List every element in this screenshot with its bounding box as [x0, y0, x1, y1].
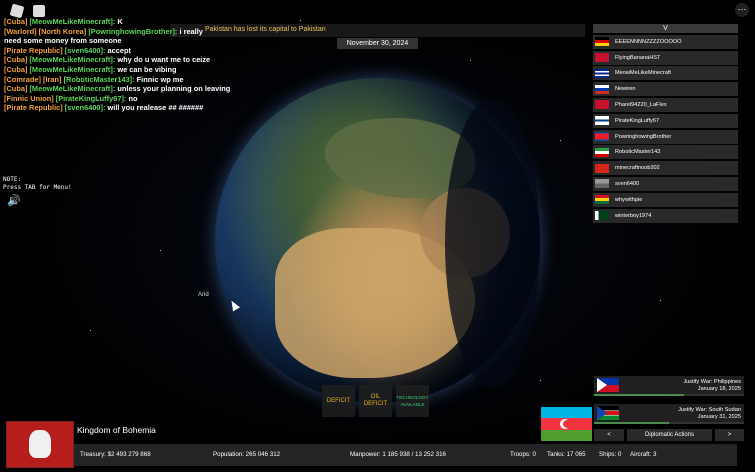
diplomatic-actions-button[interactable]: Diplomatic Actions [627, 429, 712, 441]
player-list: V EEEENNNNZZZZOOOOO FlyingBananaHST MeowMe… [593, 24, 738, 223]
bohemia-coat-of-arms-icon[interactable] [6, 421, 74, 468]
diplomacy-prev-button[interactable]: < [594, 429, 624, 441]
player-row[interactable]: Pharel94220_LaFlex [593, 97, 738, 112]
player-row[interactable]: sven6400 [593, 176, 738, 191]
player-name: PowringhowingBrother [615, 133, 672, 140]
chat-message: need some money from someone [4, 36, 122, 46]
finland-flag-icon [595, 116, 609, 126]
player-row[interactable]: MeowMeLikeMinecraft [593, 66, 738, 81]
red-star-flag-icon [595, 100, 609, 110]
player-row[interactable]: PowringhowingBrother [593, 129, 738, 144]
russia-flag-icon [595, 84, 609, 94]
chat-message: [Cuba] [MeowMeLikeMinecraft]: why do u w… [4, 55, 211, 65]
pakistan-flag-icon [595, 211, 609, 221]
aircraft-stat: Aircraft: 3 [630, 451, 657, 458]
chat-message: [Cuba] [MeowMeLikeMinecraft]: we can be … [4, 64, 177, 74]
cuba-flag-icon [595, 68, 609, 78]
justify-war-south-sudan[interactable]: Justify War: South Sudan January 31, 202… [594, 404, 744, 424]
player-row[interactable]: winterboy1974 [593, 208, 738, 223]
germany-flag-icon [595, 37, 609, 47]
chat-message: [Cuba] [MeowMeLikeMinecraft]: unless you… [4, 84, 231, 94]
manpower-stat: Manpower: 1 185 938 / 13 252 316 [350, 451, 446, 458]
chat-message: [Pirate Republic] [sven6400]: will you r… [4, 103, 204, 113]
player-row[interactable]: Newiren [593, 82, 738, 97]
player-row[interactable]: RoboticMaster143 [593, 145, 738, 160]
red-emblem-flag-icon [595, 53, 609, 63]
player-name: RoboticMaster143 [615, 149, 661, 156]
player-name: Newiren [615, 86, 636, 93]
south-sudan-flag-icon [597, 406, 619, 420]
note-text: NOTE: Press TAB for Menu! [3, 176, 72, 191]
more-options-icon[interactable]: ⋯ [735, 3, 749, 17]
player-row[interactable]: FlyingBananaHST [593, 50, 738, 65]
player-name: minecraftnoob202 [615, 165, 660, 172]
chat-message: [Comrade] [Iran] [RoboticMaster143]: Fin… [4, 74, 184, 84]
technology-available-alert[interactable]: TECHNOLOGY AVAILABLE [396, 385, 429, 417]
player-name: winterboy1974 [615, 212, 652, 219]
country-name: Kingdom of Bohemia [77, 425, 156, 435]
treasury-stat: Treasury: $2 493 279 868 [80, 451, 151, 458]
player-row[interactable]: PirateKingLuffy67 [593, 113, 738, 128]
ships-stat: Ships: 0 [599, 451, 622, 458]
world-globe[interactable] [215, 78, 540, 403]
azerbaijan-flag-icon [541, 407, 592, 441]
vietnam-flag-icon [595, 163, 609, 173]
player-name: EEEENNNNZZZZOOOOO [615, 38, 682, 45]
country-stats-bar: Treasury: $2 493 279 868 Population: 265… [74, 444, 737, 466]
game-date: November 30, 2024 [337, 38, 418, 49]
player-name: sven6400 [615, 180, 640, 187]
diplomacy-next-button[interactable]: > [715, 429, 744, 441]
player-name: MeowMeLikeMinecraft [615, 70, 671, 77]
grey-flag-icon [595, 179, 609, 189]
volume-icon[interactable]: 🔊 [7, 194, 21, 207]
terrain-label: Arid [198, 292, 209, 298]
chat-message: [Cuba] [MeowMeLikeMinecraft]: K [4, 17, 123, 26]
iran-flag-icon [595, 147, 609, 157]
player-row[interactable]: minecraftnoob202 [593, 161, 738, 176]
chat-icon[interactable] [33, 5, 45, 17]
player-name: FlyingBananaHST [615, 54, 661, 61]
chat-message: [Warlord] [North Korea] [PowringhowingBr… [4, 26, 203, 36]
player-name: whywithpie [615, 196, 643, 203]
oil-deficit-alert[interactable]: OIL DEFICIT [359, 385, 392, 417]
ghana-flag-icon [595, 195, 609, 205]
player-name: PirateKingLuffy67 [615, 117, 660, 124]
chat-log: [Cuba] [MeowMeLikeMinecraft]: K [Warlord]… [4, 17, 249, 113]
justify-war-philippines[interactable]: Justify War: Philippines January 18, 202… [594, 376, 744, 396]
north-korea-flag-icon [595, 132, 609, 142]
troops-stat: Troops: 0 [510, 451, 536, 458]
player-list-toggle[interactable]: V [593, 24, 738, 33]
player-row[interactable]: whywithpie [593, 192, 738, 207]
player-row[interactable]: EEEENNNNZZZZOOOOO [593, 34, 738, 49]
chat-message: [Pirate Republic] [sven6400]: accept [4, 45, 131, 55]
tanks-stat: Tanks: 17 065 [547, 451, 586, 458]
philippines-flag-icon [597, 378, 619, 392]
population-stat: Population: 265 046 312 [213, 451, 281, 458]
chat-message: [Finnic Union] [PirateKingLuffy67]: no [4, 93, 138, 103]
deficit-alert[interactable]: DEFICIT [322, 385, 355, 417]
player-name: Pharel94220_LaFlex [615, 101, 667, 108]
